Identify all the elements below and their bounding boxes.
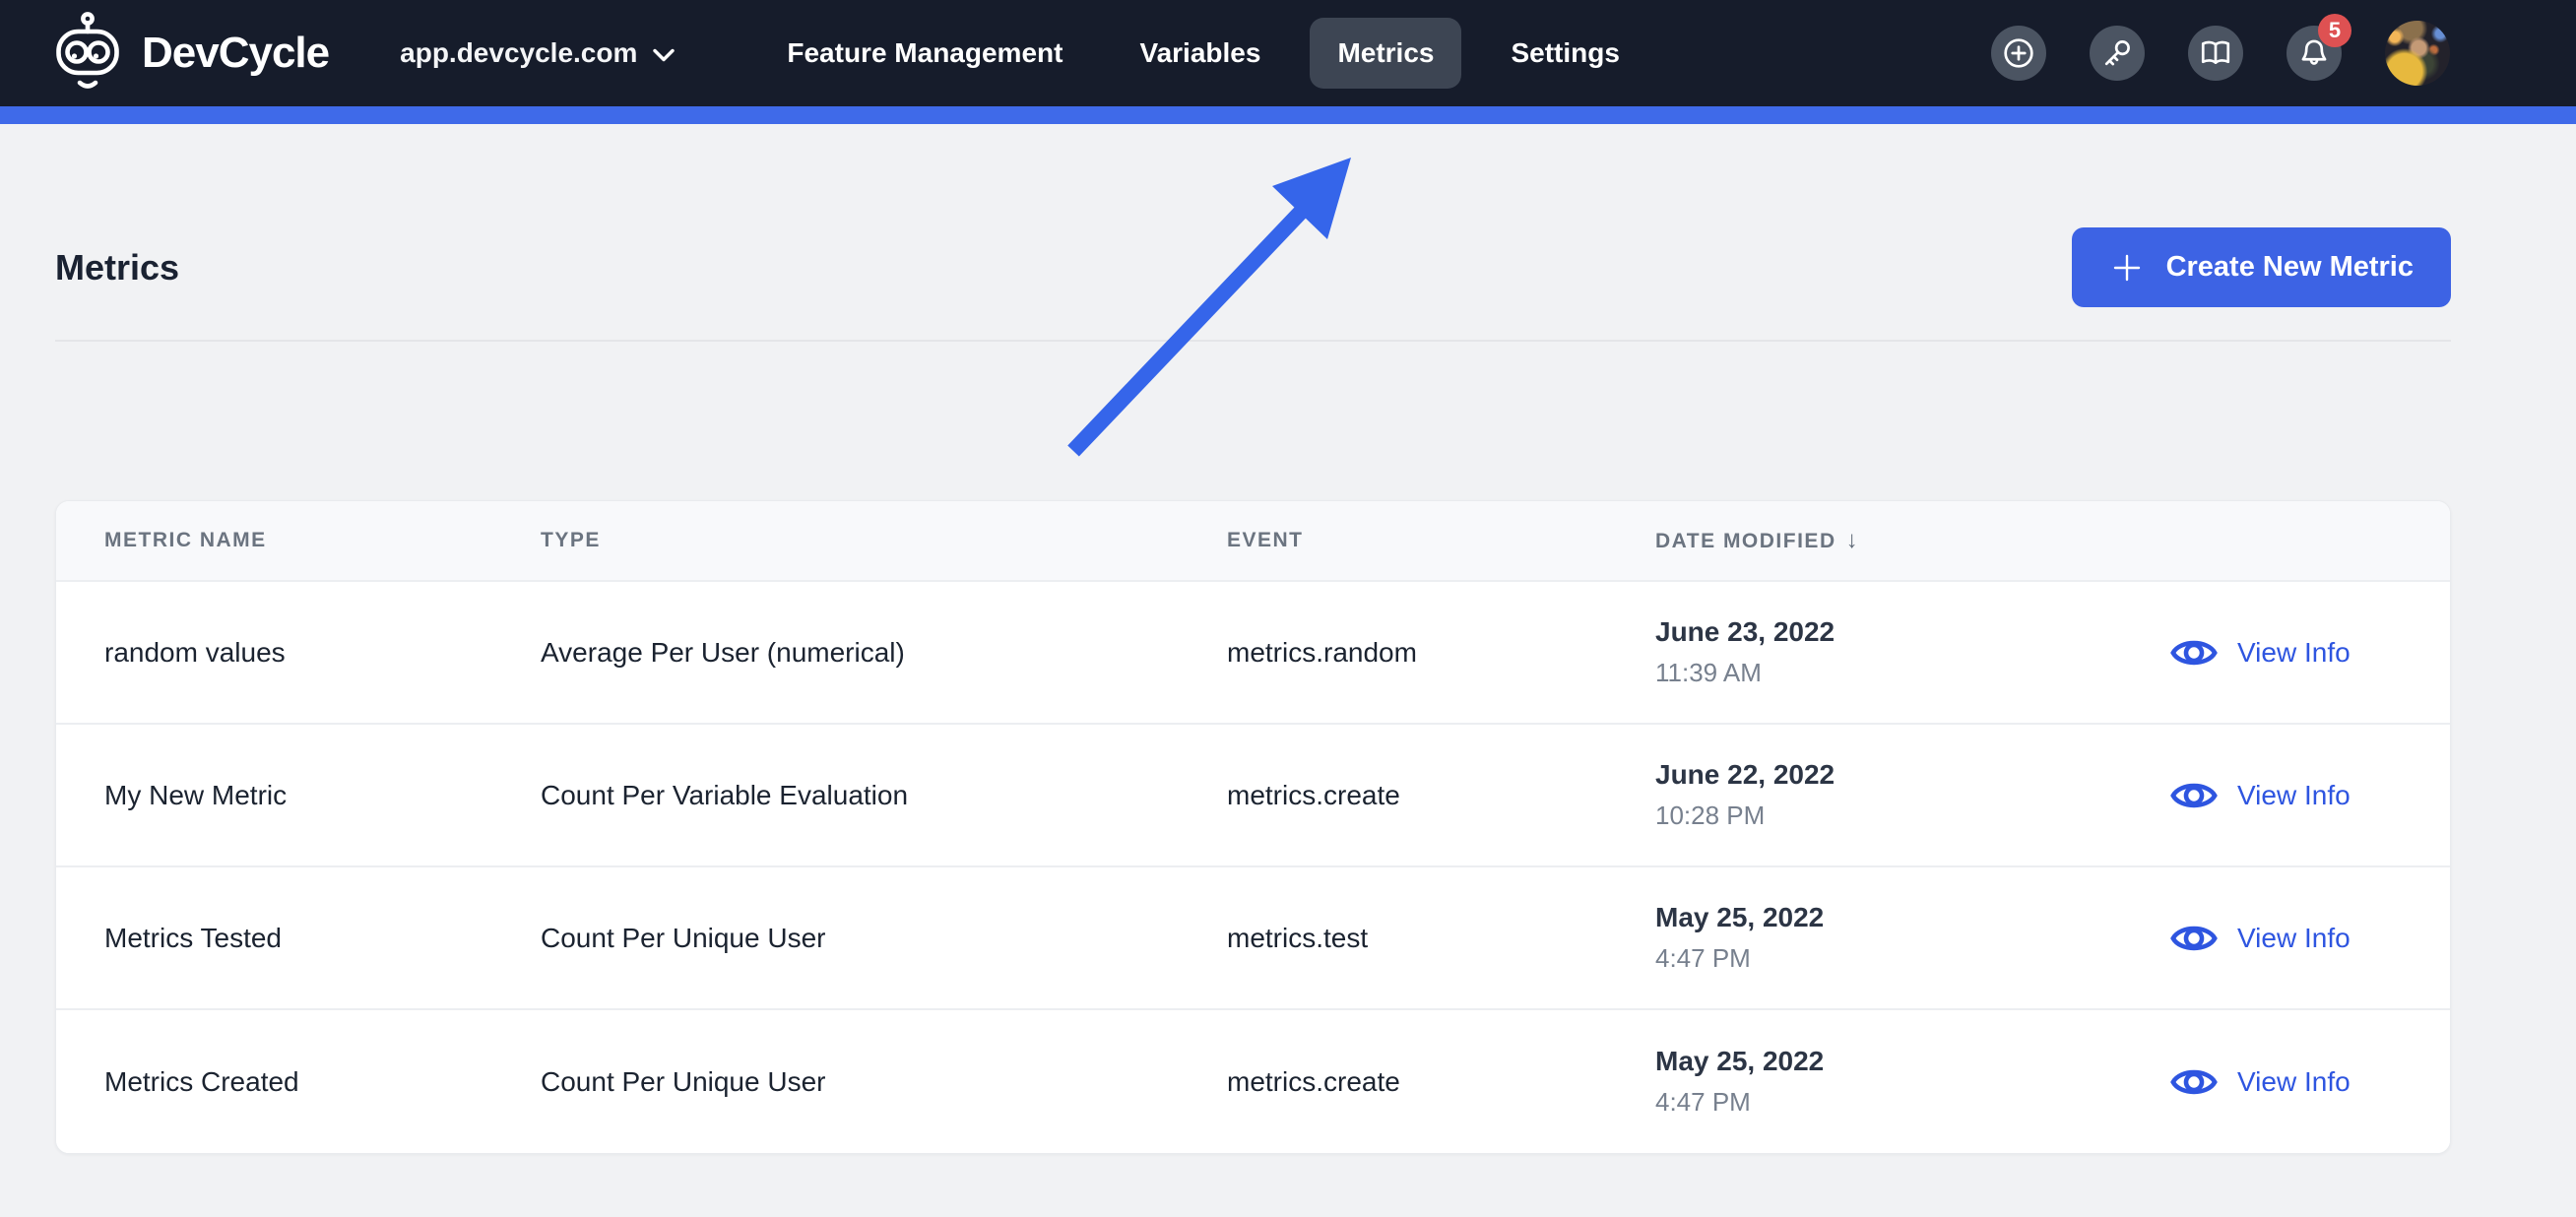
- view-info-link[interactable]: View Info: [2170, 776, 2450, 815]
- table-header-row: METRIC NAME TYPE EVENT DATE MODIFIED ↓: [56, 501, 2450, 582]
- plus-circle-icon: [2004, 38, 2033, 68]
- table-row: Metrics Tested Count Per Unique User met…: [56, 867, 2450, 1010]
- view-info-label: View Info: [2237, 922, 2351, 953]
- metrics-table: METRIC NAME TYPE EVENT DATE MODIFIED ↓ ra…: [55, 500, 2451, 1154]
- org-selector-dropdown[interactable]: app.devcycle.com: [400, 37, 676, 69]
- view-info-link[interactable]: View Info: [2170, 919, 2450, 958]
- view-info-label: View Info: [2237, 1065, 2351, 1097]
- column-header-event[interactable]: EVENT: [1227, 529, 1655, 552]
- navbar-actions: 5: [1991, 14, 2450, 86]
- page-header: Metrics Create New Metric: [55, 227, 2451, 307]
- view-info-link[interactable]: View Info: [2170, 633, 2450, 673]
- metric-name-cell: Metrics Tested: [104, 922, 282, 953]
- create-new-metric-label: Create New Metric: [2165, 251, 2414, 283]
- date-modified-cell: June 23, 2022 11:39 AM: [1655, 616, 1835, 687]
- metric-event-cell: metrics.create: [1227, 779, 1400, 810]
- date-modified-cell: June 22, 2022 10:28 PM: [1655, 759, 1835, 830]
- user-avatar[interactable]: [2385, 21, 2450, 86]
- date-modified-cell: May 25, 2022 4:47 PM: [1655, 1046, 1825, 1117]
- metrics-page: Metrics Create New Metric METRIC NAME TY…: [55, 227, 2451, 1154]
- column-header-date-modified[interactable]: DATE MODIFIED ↓: [1655, 527, 2170, 554]
- primary-nav: Feature Management Variables Metrics Set…: [759, 18, 1669, 89]
- brand[interactable]: DevCycle: [55, 12, 330, 95]
- notification-count-badge: 5: [2318, 14, 2351, 47]
- nav-item-settings[interactable]: Settings: [1483, 18, 1646, 89]
- view-info-link[interactable]: View Info: [2170, 1062, 2450, 1102]
- create-quick-add-button[interactable]: [1991, 26, 2046, 81]
- table-row: Metrics Created Count Per Unique User me…: [56, 1010, 2450, 1153]
- metric-name-cell: My New Metric: [104, 779, 288, 810]
- chevron-down-icon: [653, 48, 676, 62]
- metric-event-cell: metrics.test: [1227, 922, 1369, 953]
- metric-name-cell: random values: [104, 636, 286, 668]
- brand-wordmark: DevCycle: [142, 29, 330, 77]
- nav-item-feature-management[interactable]: Feature Management: [759, 18, 1090, 89]
- header-divider: [55, 340, 2451, 342]
- create-new-metric-button[interactable]: Create New Metric: [2071, 227, 2451, 307]
- metric-type-cell: Average Per User (numerical): [541, 636, 905, 668]
- nav-item-variables[interactable]: Variables: [1112, 18, 1288, 89]
- org-selector-label: app.devcycle.com: [400, 37, 638, 68]
- metric-type-cell: Count Per Unique User: [541, 922, 826, 953]
- eye-icon: [2170, 1069, 2218, 1094]
- page-title: Metrics: [55, 246, 180, 288]
- metric-type-cell: Count Per Unique User: [541, 1065, 826, 1097]
- notifications-button[interactable]: 5: [2286, 14, 2351, 81]
- metric-event-cell: metrics.random: [1227, 636, 1417, 668]
- top-navbar: DevCycle app.devcycle.com Feature Manage…: [0, 0, 2576, 106]
- key-icon: [2104, 40, 2130, 66]
- eye-icon: [2170, 640, 2218, 665]
- metric-event-cell: metrics.create: [1227, 1065, 1400, 1097]
- metric-type-cell: Count Per Variable Evaluation: [541, 779, 909, 810]
- open-book-icon: [2201, 40, 2230, 64]
- accent-bar: [0, 106, 2576, 124]
- column-header-type[interactable]: TYPE: [541, 529, 1227, 552]
- eye-icon: [2170, 783, 2218, 807]
- devcycle-robot-logo-icon: [56, 12, 119, 89]
- sort-descending-icon: ↓: [1845, 527, 1860, 553]
- table-row: My New Metric Count Per Variable Evaluat…: [56, 725, 2450, 867]
- nav-item-metrics[interactable]: Metrics: [1310, 18, 1462, 89]
- metric-name-cell: Metrics Created: [104, 1065, 299, 1097]
- view-info-label: View Info: [2237, 779, 2351, 810]
- view-info-label: View Info: [2237, 636, 2351, 668]
- date-modified-cell: May 25, 2022 4:47 PM: [1655, 902, 1825, 973]
- documentation-button[interactable]: [2188, 26, 2243, 81]
- column-header-metric-name[interactable]: METRIC NAME: [104, 529, 541, 552]
- table-row: random values Average Per User (numerica…: [56, 582, 2450, 725]
- plus-icon: [2113, 254, 2140, 281]
- api-keys-button[interactable]: [2090, 26, 2145, 81]
- eye-icon: [2170, 926, 2218, 950]
